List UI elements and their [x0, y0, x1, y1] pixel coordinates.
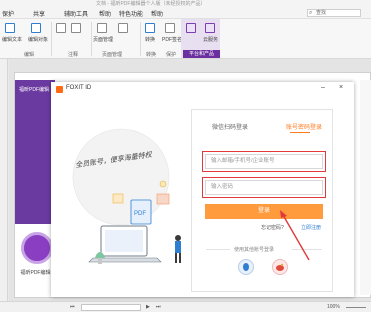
window-title: 文档 - 福昕PDF编辑器个人版（未经授权的产品）: [96, 1, 206, 7]
menu-assist-tools[interactable]: 辅助工具: [64, 9, 88, 18]
note-icon[interactable]: [71, 23, 81, 33]
edit-text-icon[interactable]: [5, 23, 15, 33]
group-platform-products: 平台和产品: [183, 50, 220, 58]
page-number-input[interactable]: [81, 304, 141, 311]
divider: [292, 249, 322, 250]
platform-tool-icon[interactable]: [186, 23, 196, 33]
menu-protect[interactable]: 保护: [2, 9, 14, 18]
ribbon-toolbar: 编辑文本 编辑对象 编辑 注释 页面管理 页面管理 转换 转换 PDF签名 保护…: [0, 19, 371, 59]
highlight-box-account: [202, 151, 326, 172]
menu-help-2[interactable]: 帮助: [151, 9, 163, 18]
tab-wechat-login[interactable]: 微信扫码登录: [212, 122, 248, 131]
highlight-icon[interactable]: [56, 23, 66, 33]
cloud-service-icon[interactable]: [205, 23, 215, 33]
convert-icon[interactable]: [145, 23, 155, 33]
ribbon-separator: [51, 22, 52, 56]
search-icon: ⌕: [309, 10, 313, 16]
zoom-level[interactable]: 100%: [327, 302, 340, 312]
product-logo: [21, 232, 53, 264]
zoom-slider[interactable]: [346, 307, 366, 308]
ribbon-label-edit-text: 编辑文本: [2, 37, 23, 43]
register-link[interactable]: 立即注册: [301, 224, 321, 231]
insert-page-icon[interactable]: [118, 23, 128, 33]
page-manage-icon[interactable]: [97, 23, 107, 33]
menu-features[interactable]: 特色功能: [119, 9, 143, 18]
ribbon-label-page: 页面管理: [93, 37, 114, 43]
group-protect: 保护: [166, 52, 177, 58]
app-window: 文档 - 福昕PDF编辑器个人版（未经授权的产品） 保护 共享 辅助工具 帮助 …: [0, 0, 371, 312]
group-convert: 转换: [146, 52, 157, 58]
login-dialog: FOXIT ID – × PDF 全员账号，便享海量特权 微信扫码登录 账号密码…: [51, 82, 354, 297]
weibo-login-icon[interactable]: [272, 259, 288, 275]
ribbon-label-convert: 转换: [145, 37, 156, 43]
forgot-password-link[interactable]: 忘记密码?: [261, 224, 284, 231]
group-comment: 注释: [68, 52, 79, 58]
title-bar: 文档 - 福昕PDF编辑器个人版（未经授权的产品）: [0, 0, 371, 8]
login-button[interactable]: 登录: [205, 204, 323, 219]
qq-login-icon[interactable]: [238, 259, 254, 275]
last-page-icon[interactable]: ⏭: [156, 302, 161, 312]
search-placeholder: 查找: [316, 10, 327, 16]
highlight-box-password: [202, 177, 326, 198]
status-bar: ⏮ ▶ ⏭ 100%: [0, 301, 371, 312]
next-page-icon[interactable]: ▶: [146, 302, 150, 312]
left-nav-panel[interactable]: [0, 59, 8, 301]
close-icon[interactable]: ×: [339, 84, 343, 91]
menu-share[interactable]: 共享: [33, 9, 45, 18]
tab-active-indicator: [290, 132, 310, 133]
first-page-icon[interactable]: ⏮: [70, 302, 75, 312]
other-login-label: 使用其他账号登录: [234, 247, 275, 253]
tab-account-login[interactable]: 账号密码登录: [286, 122, 322, 131]
search-input[interactable]: ⌕ 查找: [307, 9, 361, 17]
login-illustration: PDF: [72, 128, 181, 264]
menu-bar: 保护 共享 辅助工具 帮助 特色功能 帮助 ⌕ 查找: [0, 8, 371, 19]
group-edit: 编辑: [24, 52, 35, 58]
svg-text:PDF: PDF: [134, 211, 146, 217]
pdf-sign-icon[interactable]: [165, 23, 175, 33]
banner-text: 福昕PDF编辑: [19, 87, 50, 93]
ribbon-separator: [140, 22, 141, 56]
document-banner: 福昕PDF编辑: [15, 80, 55, 224]
ribbon-label-sign: PDF签名: [162, 37, 183, 43]
ribbon-label-edit-object: 编辑对象: [28, 37, 49, 43]
ribbon-label-cloud: 云服务: [203, 37, 219, 43]
dialog-title: FOXIT ID: [66, 85, 92, 91]
dialog-title-bar: FOXIT ID – ×: [51, 82, 354, 97]
foxit-logo-icon: [56, 86, 63, 93]
ribbon-separator: [91, 22, 92, 56]
minimize-icon[interactable]: –: [321, 84, 325, 91]
menu-help[interactable]: 帮助: [99, 9, 111, 18]
edit-object-icon[interactable]: [31, 23, 41, 33]
right-panel: [360, 80, 371, 295]
divider: [206, 249, 230, 250]
login-panel: 微信扫码登录 账号密码登录 输入邮箱/手机号/企业账号 输入密码 登录 忘记密码…: [191, 109, 333, 292]
group-page-manage: 页面管理: [102, 52, 123, 58]
